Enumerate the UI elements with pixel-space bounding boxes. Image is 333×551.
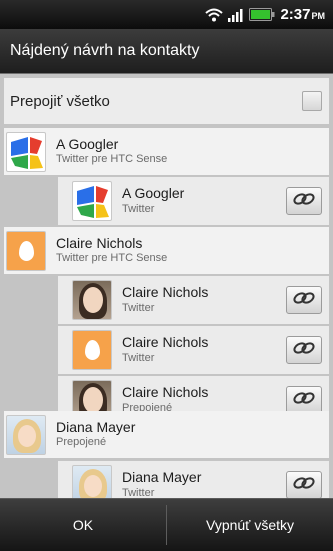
contact-source: Twitter: [122, 301, 155, 314]
google-logo-avatar: [72, 181, 112, 221]
contact-name: Diana Mayer: [56, 418, 136, 435]
egg-avatar: [72, 330, 112, 370]
relink-all-label: Prepojiť všetko: [10, 92, 110, 110]
link-icon: [292, 192, 316, 210]
link-button[interactable]: [286, 471, 322, 498]
contact-name: Claire Nichols: [122, 284, 209, 301]
google-logo-avatar: [6, 131, 46, 172]
contact-group-row[interactable]: Claire Nichols Twitter pre HTC Sense: [4, 227, 329, 274]
link-icon: [292, 341, 316, 359]
link-button[interactable]: [286, 187, 322, 215]
battery-icon: [249, 8, 275, 21]
link-icon: [292, 291, 316, 309]
suggested-contact-row[interactable]: Claire Nichols Twitter: [58, 276, 329, 324]
contact-name: A Googler: [122, 185, 185, 202]
status-bar: 2:37PM: [0, 0, 333, 29]
contact-photo-avatar: [6, 414, 46, 455]
dialog-title-bar: Nájdený návrh na kontakty: [0, 29, 333, 74]
dialog-title: Nájdený návrh na kontakty: [10, 42, 200, 59]
contact-source: Twitter: [122, 486, 155, 498]
contact-suggestion-list[interactable]: Prepojiť všetko A Googler Twitter pre HT…: [0, 74, 333, 498]
relink-all-checkbox[interactable]: [302, 91, 322, 111]
link-button[interactable]: [286, 386, 322, 414]
contact-photo-avatar: [72, 465, 112, 498]
relink-all-row[interactable]: Prepojiť všetko: [4, 78, 329, 124]
status-clock: 2:37PM: [280, 5, 325, 23]
contact-source: Twitter: [122, 351, 155, 364]
contact-photo-avatar: [72, 280, 112, 320]
contact-source: Twitter pre HTC Sense: [56, 252, 168, 265]
link-icon: [292, 476, 316, 494]
contact-name: A Googler: [56, 135, 119, 152]
link-icon: [292, 391, 316, 409]
contact-group-row[interactable]: Diana Mayer Prepojené: [4, 411, 329, 458]
dialog-button-bar: OK Vypnúť všetky: [0, 498, 333, 551]
disable-all-button[interactable]: Vypnúť všetky: [167, 499, 333, 551]
contact-source: Prepojené: [56, 436, 107, 449]
contact-group-row[interactable]: A Googler Twitter pre HTC Sense: [4, 128, 329, 175]
signal-icon: [228, 8, 244, 22]
suggested-contact-row[interactable]: Claire Nichols Twitter: [58, 326, 329, 374]
contact-source: Twitter: [122, 202, 155, 215]
link-button[interactable]: [286, 336, 322, 364]
contact-name: Diana Mayer: [122, 469, 202, 486]
contact-name: Claire Nichols: [122, 384, 209, 401]
suggested-contact-row[interactable]: A Googler Twitter: [58, 177, 329, 225]
link-button[interactable]: [286, 286, 322, 314]
ok-button[interactable]: OK: [0, 499, 166, 551]
wifi-icon: [205, 8, 224, 22]
contact-name: Claire Nichols: [56, 234, 143, 251]
contact-source: Twitter pre HTC Sense: [56, 153, 168, 166]
suggested-contact-row[interactable]: Diana Mayer Twitter: [58, 461, 329, 498]
egg-avatar: [6, 230, 46, 271]
contact-name: Claire Nichols: [122, 334, 209, 351]
